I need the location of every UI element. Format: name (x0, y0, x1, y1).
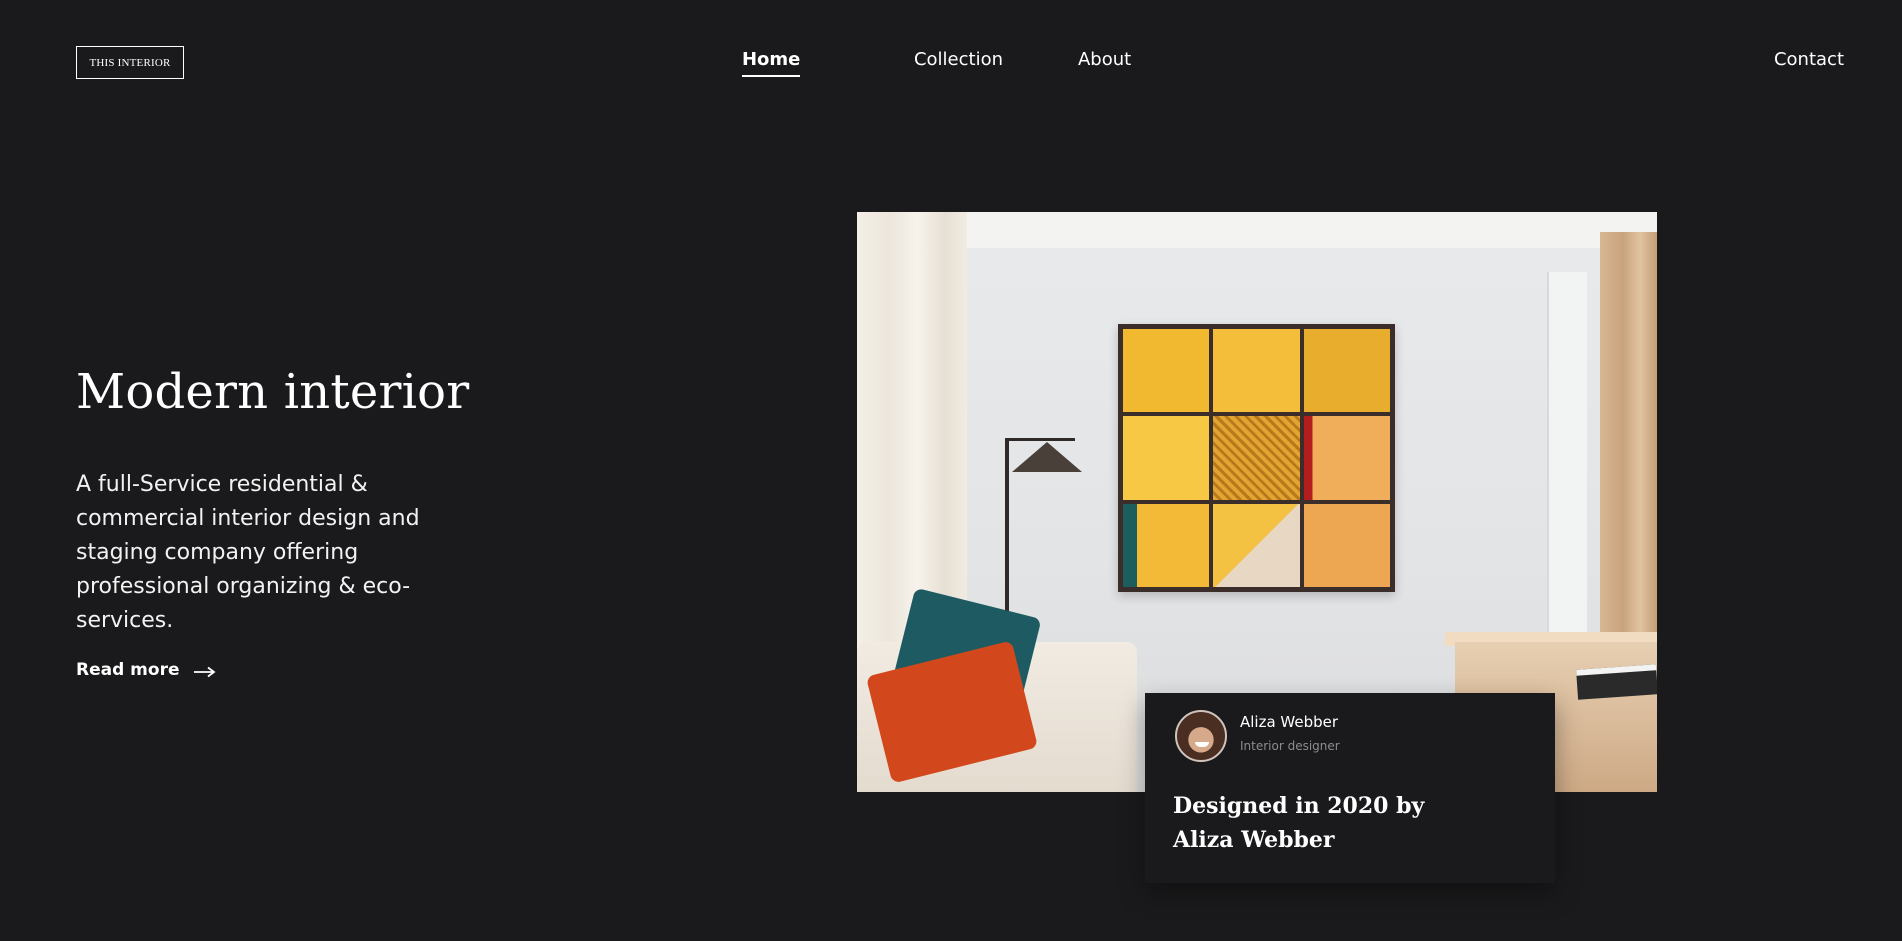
nav-item-contact[interactable]: Contact (1774, 48, 1844, 72)
hero-description: A full-Service residential & commercial … (76, 472, 420, 633)
designer-card: Aliza Webber Interior designer Designed … (1145, 693, 1555, 883)
read-more-link[interactable]: Read more (76, 660, 216, 680)
read-more-label: Read more (76, 660, 180, 680)
avatar (1175, 710, 1227, 762)
main-nav: Home Collection About Contact (741, 48, 1844, 77)
hero-title: Modern interior (76, 364, 470, 420)
designer-name: Aliza Webber (1240, 713, 1339, 731)
photo-wall-art (1118, 324, 1395, 592)
designer-role: Interior designer (1240, 739, 1340, 753)
designer-card-title: Designed in 2020 by Aliza Webber (1173, 793, 1425, 853)
nav-item-about[interactable]: About (1078, 48, 1131, 72)
photo-lamp-arm (1005, 438, 1075, 441)
photo-lamp-shade (1012, 442, 1082, 472)
brand-logo[interactable]: THIS INTERIOR (76, 46, 184, 79)
nav-item-collection[interactable]: Collection (914, 48, 1003, 72)
arrow-right-icon (193, 666, 215, 678)
nav-item-home[interactable]: Home (741, 48, 801, 77)
photo-books (1576, 664, 1657, 700)
photo-ceiling (857, 212, 1657, 248)
